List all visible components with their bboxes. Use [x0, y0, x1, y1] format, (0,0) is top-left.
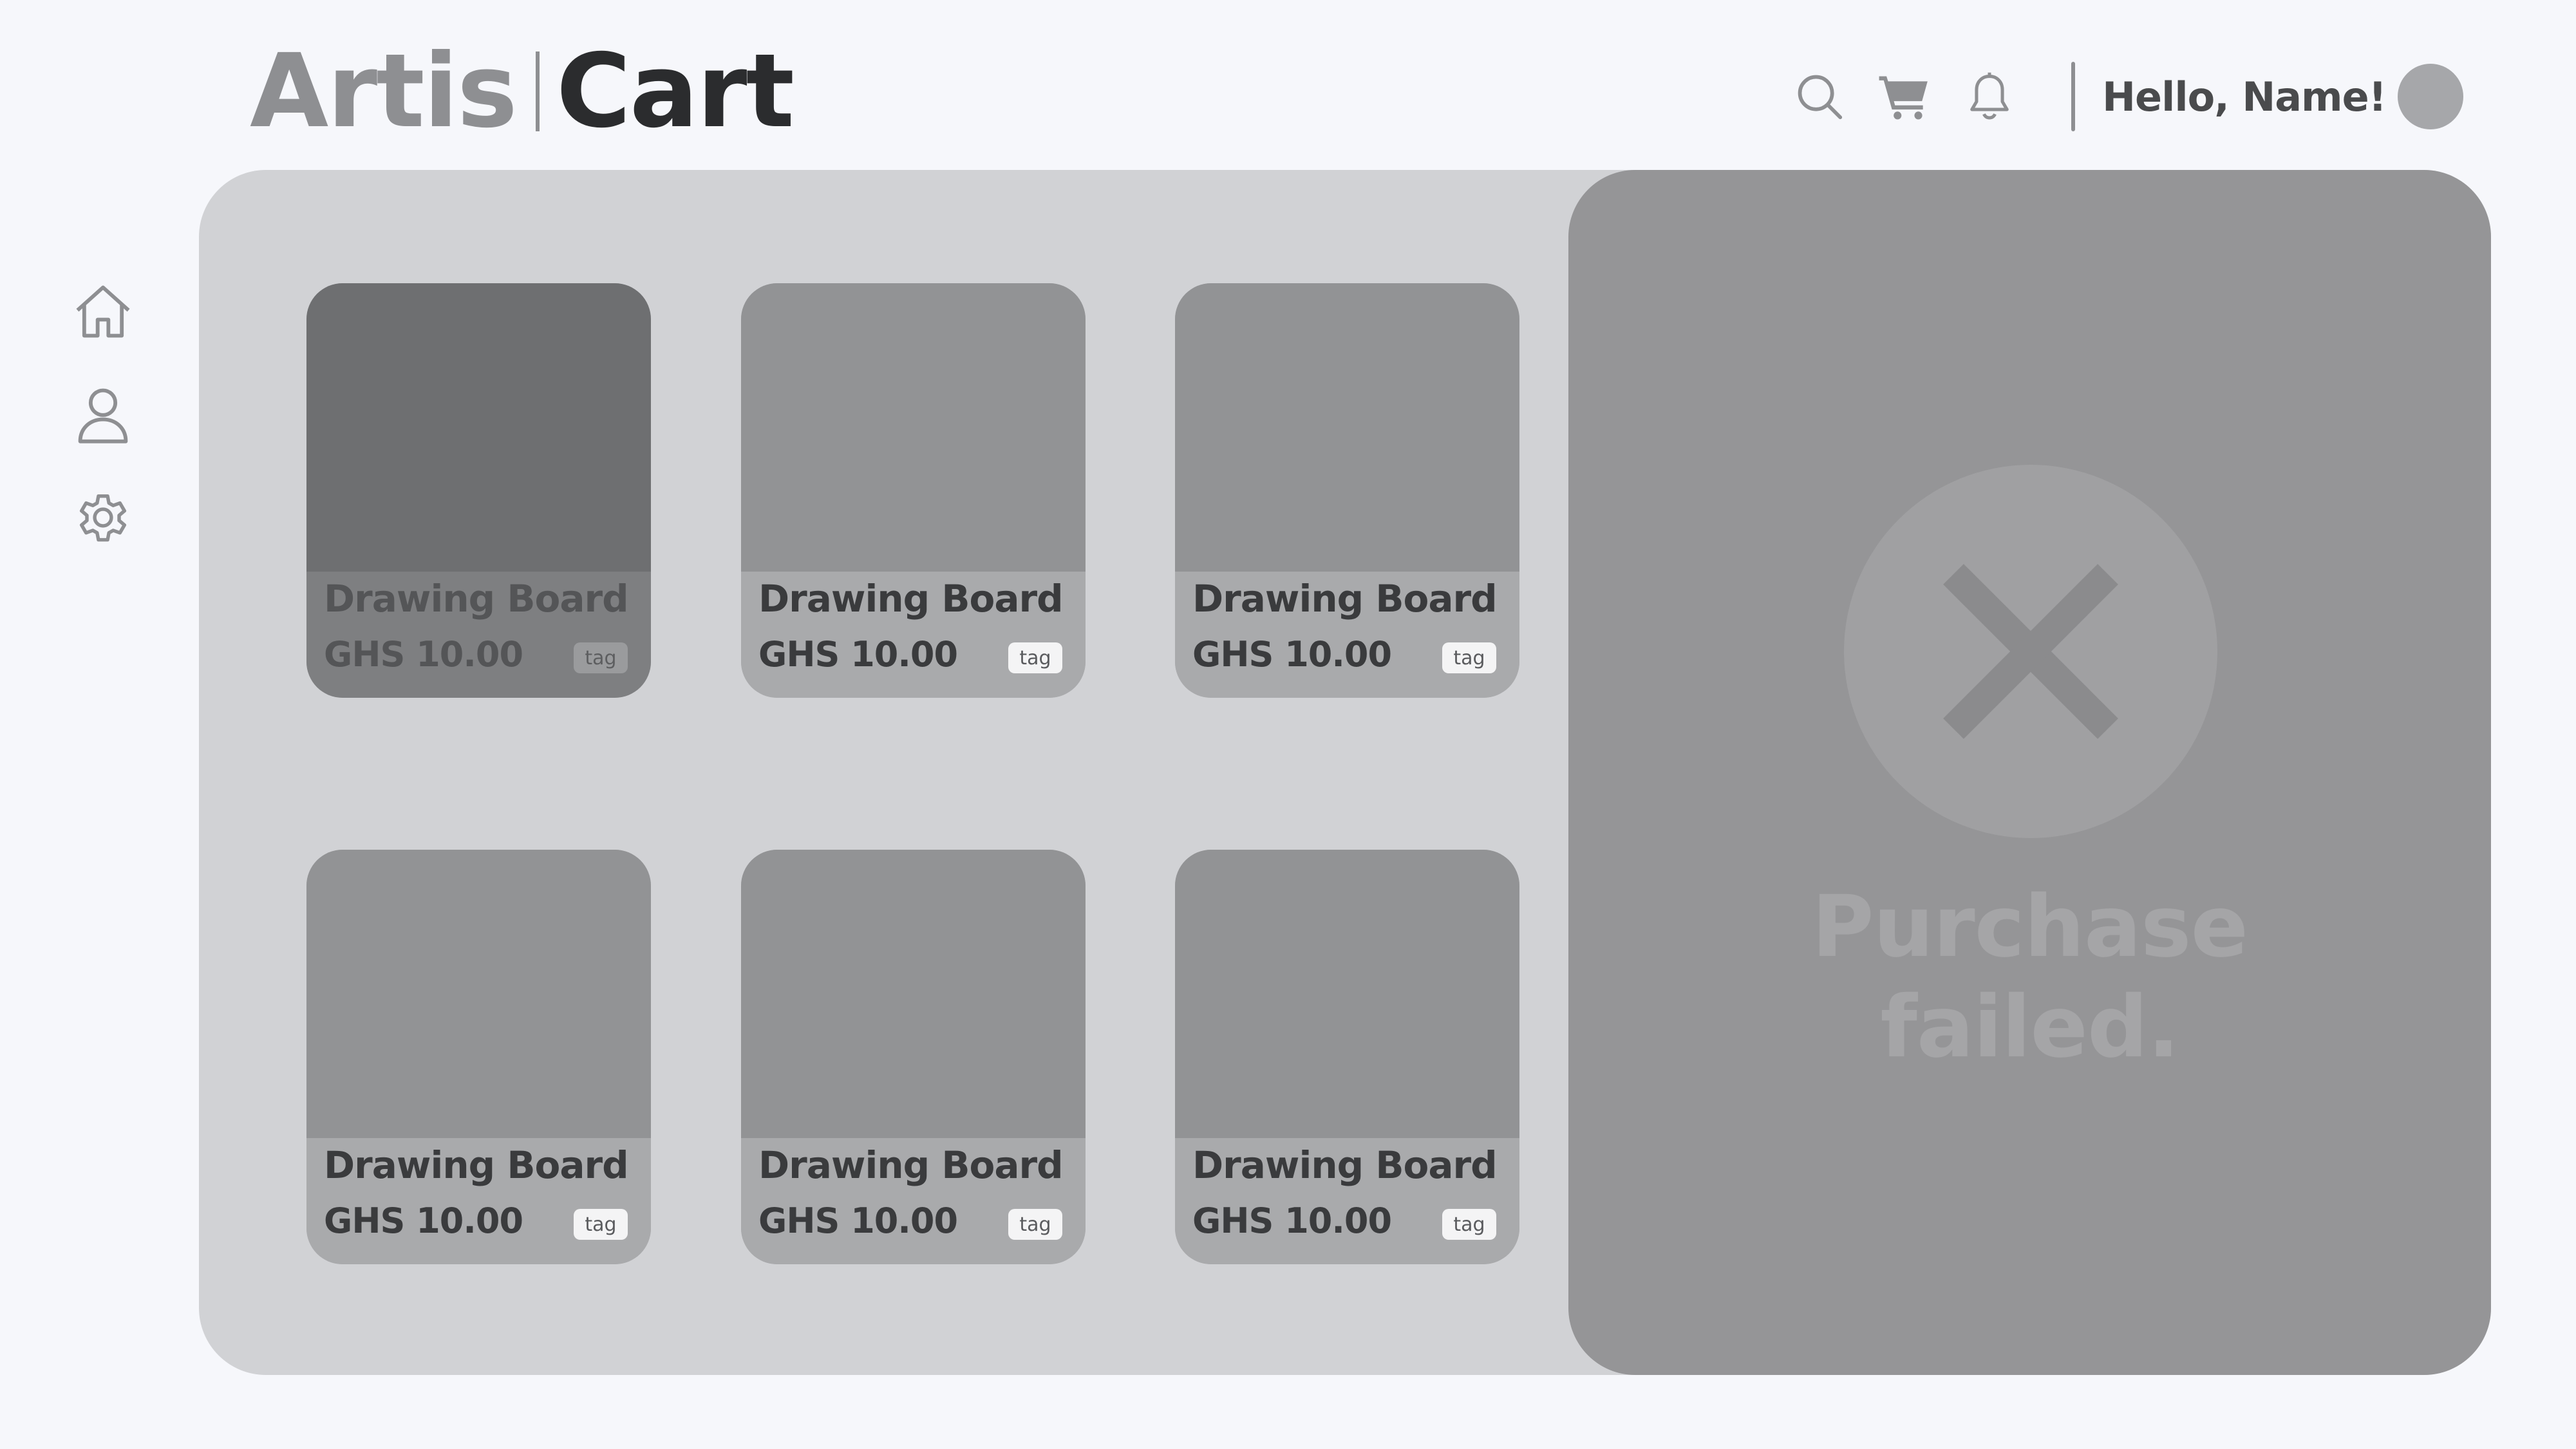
product-info: Drawing Board GHS 10.00 tag [306, 1138, 651, 1264]
status-line-1: Purchase [1811, 877, 2248, 977]
sidebar [70, 278, 136, 551]
product-card[interactable]: Drawing Board GHS 10.00 tag [1175, 850, 1519, 1264]
user-icon [78, 388, 128, 444]
product-image [306, 283, 651, 572]
product-price: GHS 10.00 [324, 1201, 523, 1241]
product-tag: tag [574, 642, 628, 673]
product-card[interactable]: Drawing Board GHS 10.00 tag [1175, 283, 1519, 698]
product-info: Drawing Board GHS 10.00 tag [306, 572, 651, 698]
status-message: Purchase failed. [1568, 877, 2491, 1078]
product-price: GHS 10.00 [758, 1201, 958, 1241]
product-image [741, 283, 1086, 572]
header-divider [2071, 62, 2076, 131]
product-info: Drawing Board GHS 10.00 tag [1175, 1138, 1519, 1264]
product-title: Drawing Board [758, 1143, 1064, 1187]
product-card[interactable]: Drawing Board GHS 10.00 tag [306, 850, 651, 1264]
product-image [306, 850, 651, 1138]
product-tag: tag [1008, 642, 1062, 673]
sidebar-item-settings[interactable] [70, 484, 136, 551]
product-price: GHS 10.00 [1192, 1201, 1392, 1241]
purchase-status-panel: Purchase failed. [1568, 170, 2491, 1375]
sidebar-item-home[interactable] [70, 278, 136, 345]
cart-icon[interactable] [1877, 69, 1932, 124]
product-price: GHS 10.00 [1192, 634, 1392, 675]
product-image [1175, 850, 1519, 1138]
sidebar-item-profile[interactable] [70, 381, 136, 448]
avatar[interactable] [2398, 64, 2463, 129]
logo-cart: Cart [556, 32, 794, 151]
product-image [1175, 283, 1519, 572]
product-title: Drawing Board [324, 577, 629, 621]
product-title: Drawing Board [1192, 577, 1498, 621]
header-actions: Hello, Name! [1762, 58, 2463, 135]
failure-badge [1844, 465, 2217, 838]
greeting-text: Hello, Name! [2102, 73, 2387, 120]
logo-artis: Artis [250, 32, 518, 151]
close-icon [1943, 564, 2118, 739]
product-card[interactable]: Drawing Board GHS 10.00 tag [306, 283, 651, 698]
product-image [741, 850, 1086, 1138]
product-info: Drawing Board GHS 10.00 tag [741, 572, 1086, 698]
status-line-2: failed. [1880, 978, 2179, 1077]
gear-icon [79, 494, 127, 542]
product-title: Drawing Board [324, 1143, 629, 1187]
home-icon [76, 285, 130, 338]
product-price: GHS 10.00 [758, 634, 958, 675]
product-card[interactable]: Drawing Board GHS 10.00 tag [741, 283, 1086, 698]
product-price: GHS 10.00 [324, 634, 523, 675]
product-tag: tag [1442, 1209, 1496, 1240]
product-card[interactable]: Drawing Board GHS 10.00 tag [741, 850, 1086, 1264]
product-info: Drawing Board GHS 10.00 tag [1175, 572, 1519, 698]
product-tag: tag [574, 1209, 628, 1240]
product-info: Drawing Board GHS 10.00 tag [741, 1138, 1086, 1264]
search-icon[interactable] [1792, 69, 1847, 124]
logo-divider [535, 51, 540, 131]
product-title: Drawing Board [758, 577, 1064, 621]
bell-icon[interactable] [1962, 69, 2017, 124]
product-title: Drawing Board [1192, 1143, 1498, 1187]
product-tag: tag [1442, 642, 1496, 673]
logo[interactable]: Artis Cart [250, 32, 794, 151]
product-tag: tag [1008, 1209, 1062, 1240]
